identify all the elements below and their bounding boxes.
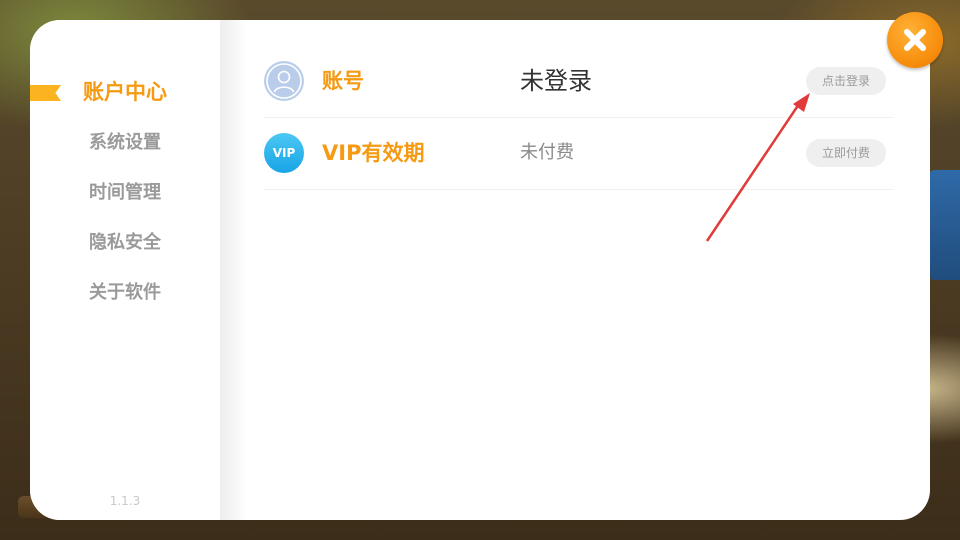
account-status: 未登录	[520, 67, 592, 95]
avatar-icon	[264, 61, 304, 101]
sidebar-item-about-software[interactable]: 关于软件	[30, 278, 220, 308]
sidebar-item-account-center[interactable]: 账户中心	[30, 77, 220, 107]
account-title: 账号	[322, 69, 364, 93]
close-button[interactable]	[887, 12, 943, 68]
vip-row: VIP VIP有效期 未付费 立即付费	[264, 117, 894, 190]
version-label: 1.1.3	[109, 494, 141, 508]
sidebar-item-system-settings[interactable]: 系统设置	[30, 128, 220, 158]
vip-icon: VIP	[264, 133, 304, 173]
sidebar-item-privacy-security[interactable]: 隐私安全	[30, 228, 220, 258]
sidebar: 账户中心 系统设置 时间管理 隐私安全 关于软件 1.1.3	[30, 20, 220, 520]
pay-button[interactable]: 立即付费	[806, 139, 886, 167]
close-icon	[904, 29, 926, 51]
account-row: 账号 未登录 点击登录	[264, 45, 894, 118]
sidebar-item-time-management[interactable]: 时间管理	[30, 178, 220, 208]
panel-divider	[220, 20, 246, 520]
vip-status: 未付费	[520, 142, 574, 163]
settings-dialog: 账户中心 系统设置 时间管理 隐私安全 关于软件 1.1.3 账号 未登录 点击…	[30, 20, 930, 520]
vip-title: VIP有效期	[322, 141, 425, 165]
login-button[interactable]: 点击登录	[806, 67, 886, 95]
background-decoration	[930, 170, 960, 280]
